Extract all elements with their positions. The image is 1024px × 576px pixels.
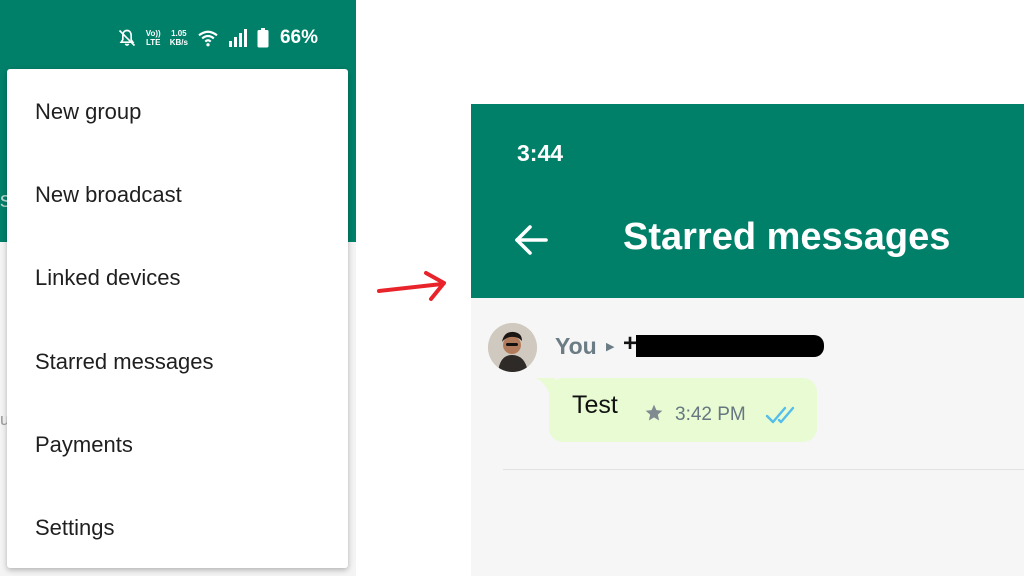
message-bubble[interactable]: Test 3:42 PM: [549, 378, 817, 442]
star-icon: [644, 403, 664, 428]
sender-name: You: [555, 333, 597, 359]
menu-item-starred-messages[interactable]: Starred messages: [7, 332, 348, 392]
menu-item-label: Payments: [35, 432, 133, 457]
menu-item-label: New broadcast: [35, 182, 182, 207]
menu-item-settings[interactable]: Settings: [7, 498, 348, 558]
red-arrow-icon: [377, 271, 446, 301]
overflow-menu: New group New broadcast Linked devices S…: [7, 69, 348, 568]
caret-right-icon: ▶: [606, 341, 615, 353]
network-speed: 1.05 KB/s: [170, 29, 188, 47]
double-check-icon: [765, 405, 801, 430]
menu-item-label: New group: [35, 99, 142, 124]
wifi-icon: [197, 29, 219, 47]
divider: [503, 469, 1024, 470]
back-arrow-icon[interactable]: [513, 222, 549, 263]
speed-unit: KB/s: [169, 38, 188, 47]
volte-bottom: LTE: [145, 38, 161, 47]
volte-icon: Vo)) LTE: [146, 29, 161, 47]
volte-top: Vo)): [145, 29, 161, 38]
status-clock: 3:44: [517, 140, 564, 166]
starred-messages-screen: 3:44 Starred messages You ▶ + Test 3:42 …: [471, 104, 1024, 576]
message-time: 3:42 PM: [675, 404, 746, 425]
menu-item-payments[interactable]: Payments: [7, 415, 348, 475]
app-header: 3:44 Starred messages: [471, 104, 1024, 298]
battery-percent: 66%: [279, 27, 318, 48]
message-text: Test: [572, 391, 618, 419]
menu-item-linked-devices[interactable]: Linked devices: [7, 248, 348, 308]
menu-item-label: Starred messages: [35, 349, 214, 374]
menu-item-label: Linked devices: [35, 265, 181, 290]
redacted-recipient: [636, 335, 824, 357]
avatar[interactable]: [488, 323, 537, 372]
menu-screen: s u Vo)) LTE 1.05 KB/s 66% New group New…: [0, 0, 356, 576]
battery-icon: [257, 28, 269, 48]
page-title: Starred messages: [623, 216, 951, 258]
mute-bell-icon: [117, 28, 137, 48]
menu-item-new-broadcast[interactable]: New broadcast: [7, 165, 348, 225]
status-bar: Vo)) LTE 1.05 KB/s 66%: [117, 24, 318, 52]
menu-item-label: Settings: [35, 515, 115, 540]
menu-item-new-group[interactable]: New group: [7, 82, 348, 142]
speed-value: 1.05: [171, 29, 187, 38]
signal-icon: [228, 29, 248, 47]
recipient-prefix: +: [623, 330, 638, 357]
